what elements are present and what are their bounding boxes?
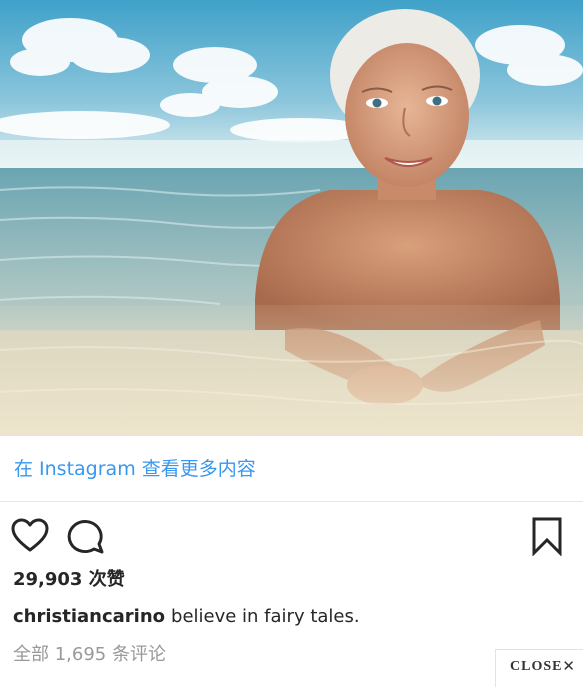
action-bar [0, 508, 583, 564]
post-caption: christiancarino believe in fairy tales. [13, 604, 360, 630]
view-more-on-instagram-link[interactable]: 在 Instagram 查看更多内容 [14, 456, 256, 482]
caption-text: believe in fairy tales. [171, 606, 360, 627]
like-count[interactable]: 29,903 次赞 [13, 567, 125, 593]
instagram-embed: 在 Instagram 查看更多内容 29,903 次赞 christianca… [0, 0, 583, 687]
heart-icon [11, 518, 49, 552]
post-photo[interactable] [0, 0, 583, 436]
bookmark-icon [532, 517, 562, 556]
close-label: CLOSE [510, 659, 563, 674]
view-all-comments-link[interactable]: 全部 1,695 条评论 [13, 642, 166, 668]
close-icon: ✕ [562, 657, 575, 675]
comment-button[interactable] [66, 516, 106, 556]
save-button[interactable] [527, 516, 567, 556]
caption-username[interactable]: christiancarino [13, 606, 165, 627]
view-more-bar: 在 Instagram 查看更多内容 [0, 436, 583, 502]
close-button[interactable]: CLOSE ✕ [495, 649, 583, 687]
comment-icon [67, 520, 104, 554]
photo-illustration [0, 0, 583, 436]
like-button[interactable] [10, 516, 50, 556]
